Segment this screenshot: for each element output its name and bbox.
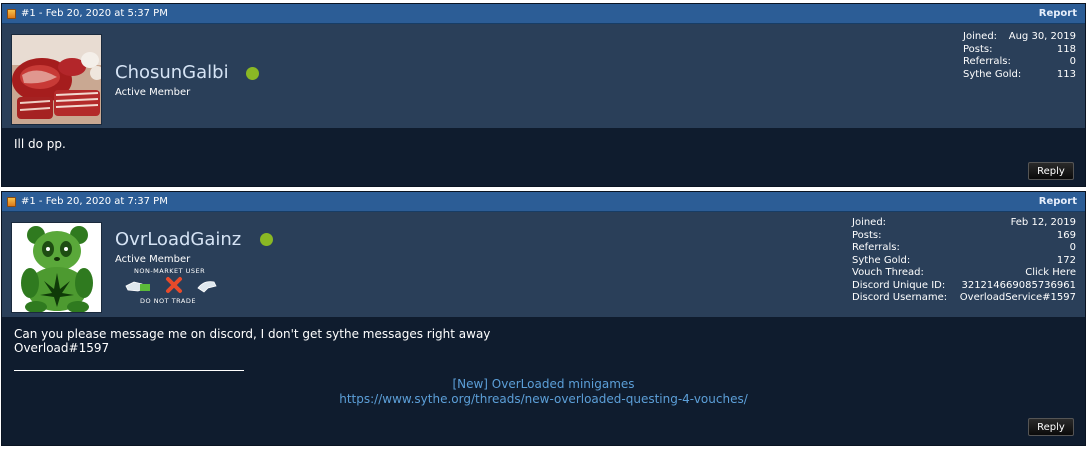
report-link[interactable]: Report	[1039, 196, 1077, 207]
post-icon	[7, 196, 16, 207]
stat-label: Joined:	[963, 31, 998, 42]
stat-value: 169	[1056, 229, 1076, 241]
reply-button[interactable]: Reply	[1028, 418, 1074, 436]
stat-label: Joined:	[852, 217, 887, 228]
post-body: Can you please message me on discord, I …	[2, 317, 1085, 446]
stat-referrals: Referrals: 0	[852, 242, 1076, 255]
user-info-bar: OvrLoadGainz Active Member NON-MARKET US…	[2, 212, 1085, 317]
online-status-icon	[246, 67, 259, 80]
reply-button[interactable]: Reply	[1028, 162, 1074, 180]
report-link[interactable]: Report	[1039, 8, 1077, 19]
trade-badge: NON-MARKET USER DO NOT TRADE	[124, 267, 220, 307]
post-header: #1 - Feb 20, 2020 at 5:37 PM Report	[2, 4, 1085, 24]
user-info-bar: ChosunGalbi Active Member Joined: Aug 30,…	[2, 24, 1085, 128]
stat-label: Sythe Gold:	[963, 68, 1022, 80]
stat-joined: Joined: Aug 30, 2019	[963, 31, 1076, 44]
post-text-line-2: Overload#1597	[14, 341, 110, 355]
post-text-line-1: Can you please message me on discord, I …	[14, 327, 491, 341]
post-2: #1 - Feb 20, 2020 at 7:37 PM Report OvrL…	[1, 191, 1086, 446]
stat-value: 118	[1056, 43, 1076, 55]
stat-value: 172	[1056, 254, 1076, 266]
post-meta[interactable]: #1 - Feb 20, 2020 at 7:37 PM	[21, 196, 168, 207]
stat-discord-username: Discord Username: OverloadService#1597	[852, 292, 1076, 305]
user-rank: Active Member	[115, 254, 191, 265]
username[interactable]: OvrLoadGainz	[115, 229, 241, 250]
trade-badge-icon	[125, 277, 217, 293]
signature-link-thread[interactable]: https://www.sythe.org/threads/new-overlo…	[14, 392, 1073, 407]
user-stats: Joined: Feb 12, 2019 Posts: 169 Referrals:…	[852, 217, 1076, 305]
stat-label: Referrals:	[963, 56, 1011, 67]
post-icon	[7, 8, 16, 19]
stat-value: 0	[1069, 56, 1076, 67]
stat-label: Vouch Thread:	[852, 267, 924, 278]
post-body: Ill do pp. Reply	[2, 128, 1085, 187]
stat-sythe-gold: Sythe Gold: 172	[852, 255, 1076, 268]
stat-label: Discord Unique ID:	[852, 279, 946, 291]
avatar[interactable]	[11, 222, 102, 313]
user-stats: Joined: Aug 30, 2019 Posts: 118 Referrals:…	[963, 31, 1076, 81]
stat-value: 321214669085736961	[961, 279, 1076, 291]
stat-value: Feb 12, 2019	[1010, 217, 1076, 228]
stat-joined: Joined: Feb 12, 2019	[852, 217, 1076, 230]
avatar[interactable]	[11, 34, 102, 125]
signature-divider	[14, 363, 244, 371]
stat-vouch-thread: Vouch Thread: Click Here	[852, 267, 1076, 280]
signature: [New] OverLoaded minigames https://www.s…	[14, 377, 1073, 407]
trade-badge-top-text: NON-MARKET USER	[134, 267, 206, 275]
post-1: #1 - Feb 20, 2020 at 5:37 PM Report Chos…	[1, 3, 1086, 187]
stat-label: Posts:	[852, 229, 882, 241]
stat-value: 0	[1069, 242, 1076, 253]
stat-label: Posts:	[963, 43, 993, 55]
stat-posts: Posts: 118	[963, 44, 1076, 57]
online-status-icon	[260, 233, 273, 246]
stat-posts: Posts: 169	[852, 230, 1076, 243]
stat-label: Referrals:	[852, 242, 900, 253]
post-header: #1 - Feb 20, 2020 at 7:37 PM Report	[2, 192, 1085, 212]
stat-value: Aug 30, 2019	[1008, 31, 1076, 42]
stat-discord-id: Discord Unique ID: 321214669085736961	[852, 280, 1076, 293]
stat-label: Sythe Gold:	[852, 254, 911, 266]
stat-referrals: Referrals: 0	[963, 56, 1076, 69]
post-meta[interactable]: #1 - Feb 20, 2020 at 5:37 PM	[21, 8, 168, 19]
stat-sythe-gold: Sythe Gold: 113	[963, 69, 1076, 82]
username[interactable]: ChosunGalbi	[115, 62, 229, 83]
vouch-thread-link[interactable]: Click Here	[1025, 267, 1076, 280]
user-rank: Active Member	[115, 87, 191, 98]
trade-badge-bottom-text: DO NOT TRADE	[140, 297, 196, 305]
stat-label: Discord Username:	[852, 292, 948, 303]
stat-value: OverloadService#1597	[959, 292, 1076, 303]
post-text: Ill do pp.	[14, 137, 66, 151]
signature-link-minigames[interactable]: [New] OverLoaded minigames	[14, 377, 1073, 392]
stat-value: 113	[1056, 68, 1076, 80]
